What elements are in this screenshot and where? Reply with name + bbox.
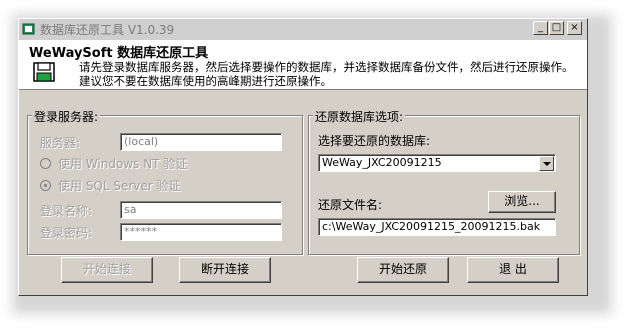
- database-select-label: 选择要还原的数据库:: [318, 134, 431, 148]
- header-banner: WeWaySoft 数据库还原工具 请先登录数据库服务器，然后选择要操作的数据库…: [19, 40, 587, 90]
- start-restore-button[interactable]: 开始还原: [357, 257, 449, 283]
- close-button[interactable]: ×: [567, 21, 582, 35]
- disconnect-button[interactable]: 断开连接: [179, 257, 271, 283]
- header-description: 请先登录数据库服务器，然后选择要操作的数据库，并选择数据库备份文件，然后进行还原…: [79, 60, 574, 88]
- password-label: 登录密码:: [40, 226, 93, 240]
- app-icon: [22, 23, 35, 35]
- connect-button[interactable]: 开始连接: [61, 257, 153, 283]
- floppy-disk-icon: [33, 62, 55, 82]
- maximize-button[interactable]: □: [549, 21, 564, 35]
- sql-auth-radio[interactable]: [40, 180, 51, 191]
- password-input[interactable]: ******: [120, 223, 282, 241]
- login-server-group: 登录服务器: 服务器: (local) 使用 Windows NT 验证 使用 …: [27, 108, 303, 255]
- restore-file-input[interactable]: c:\WeWay_JXC20091215_20091215.bak: [318, 218, 556, 236]
- database-combobox[interactable]: WeWay_JXC20091215: [318, 154, 556, 172]
- header-title: WeWaySoft 数据库还原工具: [29, 46, 209, 61]
- server-label: 服务器:: [40, 136, 81, 150]
- window-title: 数据库还原工具 V1.0.39: [40, 23, 175, 37]
- username-label: 登录名称:: [40, 204, 93, 218]
- windows-auth-radio[interactable]: [40, 158, 51, 169]
- restore-tool-window: 数据库还原工具 V1.0.39 _ □ × WeWaySoft 数据库还原工具 …: [18, 18, 588, 296]
- username-input[interactable]: sa: [120, 201, 282, 219]
- restore-file-label: 还原文件名:: [318, 198, 383, 212]
- chevron-down-icon[interactable]: [539, 156, 554, 171]
- title-bar[interactable]: 数据库还原工具 V1.0.39 _ □ ×: [19, 19, 587, 40]
- database-combobox-value: WeWay_JXC20091215: [322, 156, 442, 169]
- exit-button[interactable]: 退 出: [467, 257, 559, 283]
- sql-auth-label: 使用 SQL Server 验证: [58, 179, 181, 193]
- restore-options-group: 还原数据库选项: 选择要还原的数据库: WeWay_JXC20091215 还原…: [308, 108, 580, 255]
- server-input[interactable]: (local): [120, 133, 282, 151]
- windows-auth-label: 使用 Windows NT 验证: [58, 157, 188, 171]
- login-group-label: 登录服务器:: [32, 108, 101, 125]
- browse-button[interactable]: 浏览...: [488, 191, 556, 213]
- restore-group-label: 还原数据库选项:: [313, 108, 406, 125]
- minimize-button[interactable]: _: [533, 21, 548, 35]
